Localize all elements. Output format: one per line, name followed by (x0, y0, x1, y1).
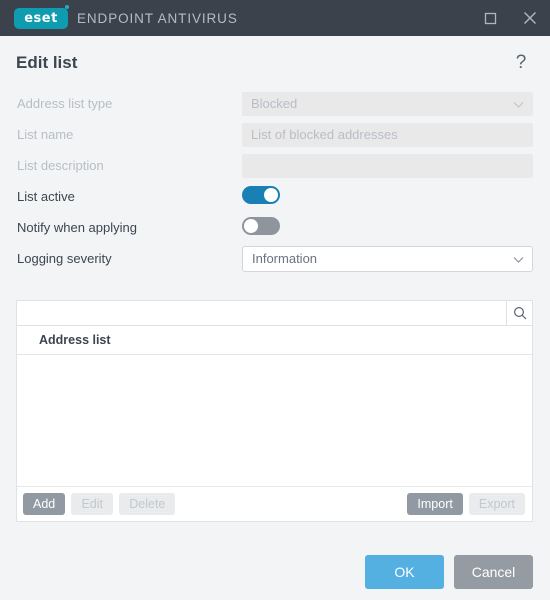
search-bar (16, 300, 533, 325)
eset-logo-dot (65, 4, 69, 9)
search-icon[interactable] (506, 301, 532, 325)
table-toolbar: Add Edit Delete Import Export (17, 486, 532, 521)
label-list-active: List active (17, 189, 75, 204)
label-list-description: List description (17, 158, 104, 173)
delete-button: Delete (119, 493, 176, 515)
notify-when-applying-toggle[interactable] (242, 217, 280, 235)
ok-button[interactable]: OK (365, 554, 444, 589)
table-column-header: Address list (17, 326, 532, 355)
add-button[interactable]: Add (23, 493, 66, 515)
toggle-knob (244, 219, 258, 233)
address-list-table: Address list Add Edit Delete Import Expo… (16, 325, 533, 522)
label-logging-severity: Logging severity (17, 251, 112, 266)
address-list-type-value: Blocked (251, 96, 298, 111)
form-row-notify-when-applying: Notify when applying (16, 212, 533, 243)
edit-button: Edit (71, 493, 114, 515)
form-row-logging-severity: Logging severity Information (16, 243, 533, 274)
list-active-toggle[interactable] (242, 186, 280, 204)
logging-severity-select[interactable]: Information (242, 245, 533, 272)
toggle-knob (264, 188, 278, 202)
help-icon[interactable]: ? (510, 52, 532, 74)
close-icon[interactable] (510, 0, 550, 36)
form-row-list-name: List name List of blocked addresses (16, 119, 533, 150)
address-list-type-select: Blocked (242, 91, 533, 116)
label-notify-when-applying: Notify when applying (17, 220, 137, 235)
import-button[interactable]: Import (407, 493, 463, 515)
search-input[interactable] (17, 301, 506, 325)
page-title: Edit list (16, 53, 78, 72)
list-name-field: List of blocked addresses (242, 122, 533, 147)
form-row-address-list-type: Address list type Blocked (16, 88, 533, 119)
product-name: ENDPOINT ANTIVIRUS (77, 10, 238, 26)
eset-logo-text: eset (24, 10, 58, 26)
chevron-down-icon (513, 96, 524, 111)
settings-form: Address list type Blocked List name List… (0, 84, 550, 274)
cancel-button[interactable]: Cancel (454, 554, 533, 589)
logging-severity-value: Information (252, 251, 318, 266)
address-list-section: Address list Add Edit Delete Import Expo… (16, 300, 533, 522)
export-button: Export (468, 493, 525, 515)
maximize-icon[interactable] (470, 0, 510, 36)
list-name-value: List of blocked addresses (251, 127, 398, 142)
window-titlebar: eset ENDPOINT ANTIVIRUS (0, 0, 550, 36)
label-list-name: List name (17, 127, 74, 142)
label-address-list-type: Address list type (17, 96, 113, 111)
chevron-down-icon (513, 251, 524, 266)
window-controls (470, 0, 550, 36)
dialog-header: Edit list ? (0, 42, 550, 84)
dialog-footer: OK Cancel (0, 543, 550, 600)
eset-logo: eset (14, 4, 69, 29)
form-row-list-active: List active (16, 181, 533, 212)
form-row-list-description: List description (16, 150, 533, 181)
list-description-field (242, 153, 533, 178)
table-body[interactable] (17, 355, 532, 486)
